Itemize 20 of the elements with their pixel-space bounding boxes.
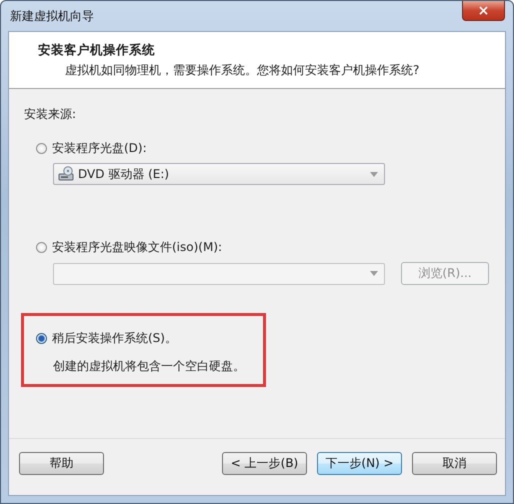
radio-label[interactable]: 安装程序光盘映像文件(iso)(M): [52,239,222,256]
radio-label[interactable]: 安装程序光盘(D): [52,140,147,157]
dialog-button[interactable]: 帮助 [19,452,104,474]
dialog-button[interactable]: 下一步(N) > [317,452,402,474]
drive-icon [58,166,74,182]
radio-button[interactable] [36,242,47,253]
dialog-button[interactable]: 取消 [412,452,497,474]
radio-button[interactable] [36,333,47,344]
header-subtitle: 虚拟机如同物理机，需要操作系统。您将如何安装客户机操作系统? [65,62,420,79]
dropdown-arrow-icon [370,271,378,276]
section-label: 安装来源: [24,106,78,123]
window-title: 新建虚拟机向导 [10,8,94,25]
dropdown-field[interactable]: DVD 驱动器 (E:) [53,163,385,185]
radio-button[interactable] [36,143,47,154]
radio-label[interactable]: 稍后安装操作系统(S)。 [52,330,177,347]
option-description: 创建的虚拟机将包含一个空白硬盘。 [53,358,246,375]
dropdown-arrow-icon [370,172,378,176]
dialog-button[interactable]: < 上一步(B) [222,452,307,474]
close-button[interactable]: × [462,1,505,21]
header-title: 安装客户机操作系统 [38,42,156,59]
